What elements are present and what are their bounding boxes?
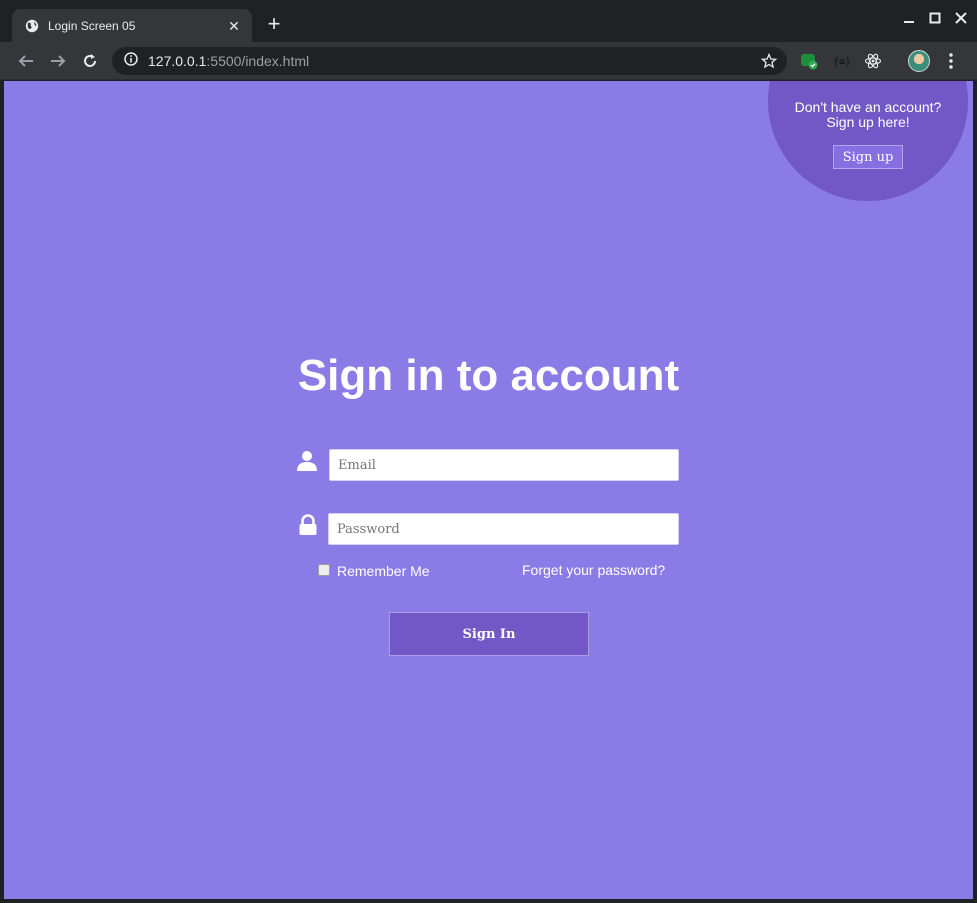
email-field[interactable] [329, 449, 679, 481]
url-text: 127.0.0.1:5500/index.html [148, 53, 309, 69]
signup-prompt-line2: Sign up here! [826, 114, 910, 130]
browser-titlebar: Login Screen 05 ✕ + [0, 0, 977, 43]
window-controls [901, 10, 969, 26]
lock-icon [297, 514, 319, 536]
back-arrow-icon[interactable] [14, 49, 38, 73]
page-viewport: Don't have an account? Sign up here! Sig… [4, 81, 973, 899]
remember-me-checkbox[interactable] [318, 564, 330, 576]
password-field[interactable] [328, 513, 679, 545]
signup-prompt-line1: Don't have an account? [794, 99, 942, 115]
forward-arrow-icon[interactable] [46, 49, 70, 73]
browser-tab[interactable]: Login Screen 05 ✕ [12, 9, 252, 43]
page-title: Sign in to account [297, 351, 680, 400]
signup-prompt: Don't have an account? Sign up here! [768, 100, 968, 130]
maximize-icon[interactable] [927, 10, 943, 26]
forgot-password-link[interactable]: Forget your password? [522, 562, 665, 578]
sign-in-button[interactable]: Sign In [389, 612, 589, 656]
tab-close-icon[interactable]: ✕ [226, 18, 242, 35]
profile-avatar[interactable] [908, 50, 930, 72]
extension-shield-icon[interactable] [800, 52, 818, 70]
menu-dots-icon[interactable] [944, 52, 958, 70]
svg-text:{≡}: {≡} [833, 57, 850, 68]
site-info-icon[interactable] [124, 51, 138, 71]
signup-button[interactable]: Sign up [833, 145, 903, 169]
address-bar[interactable]: 127.0.0.1:5500/index.html [112, 47, 787, 75]
url-path: :5500/index.html [206, 53, 310, 69]
user-icon [296, 450, 318, 472]
reload-icon[interactable] [78, 49, 102, 73]
close-window-icon[interactable] [953, 10, 969, 26]
tab-title: Login Screen 05 [48, 19, 136, 33]
globe-icon [25, 19, 39, 33]
browser-toolbar: 127.0.0.1:5500/index.html {≡} [0, 42, 977, 80]
react-devtools-icon[interactable] [864, 52, 882, 70]
minimize-icon[interactable] [901, 10, 917, 26]
url-host: 127.0.0.1 [148, 53, 207, 69]
remember-me-label: Remember Me [337, 563, 430, 579]
bookmark-star-icon[interactable] [760, 52, 778, 74]
new-tab-button[interactable]: + [262, 13, 286, 37]
extension-bracket-icon[interactable]: {≡} [832, 52, 850, 70]
